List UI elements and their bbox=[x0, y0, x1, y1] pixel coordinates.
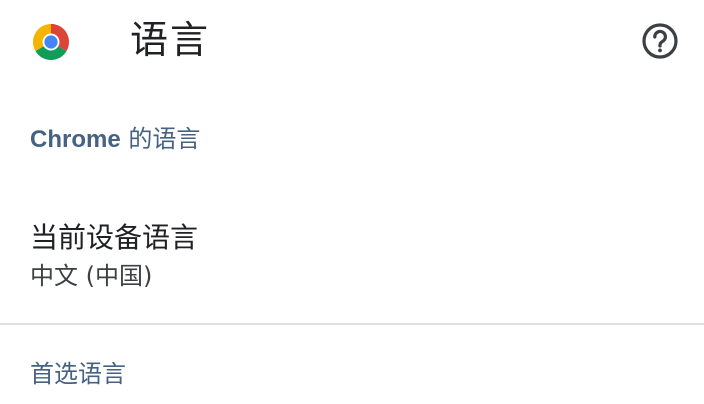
help-icon[interactable] bbox=[640, 21, 680, 61]
app-bar: 语言 bbox=[0, 0, 704, 84]
section-header-chrome-languages: Chrome 的语言 bbox=[30, 123, 200, 156]
device-language-value: 中文 (中国) bbox=[30, 262, 153, 290]
device-language-title: 当前设备语言 bbox=[30, 221, 199, 254]
language-settings-screen: 语言 Chrome 的语言 当前设备语言 中文 (中国) 首选语言 bbox=[0, 0, 704, 404]
section-header-preferred-languages: 首选语言 bbox=[30, 360, 126, 388]
section-divider bbox=[0, 323, 704, 325]
chrome-logo-icon bbox=[32, 23, 70, 61]
page-title: 语言 bbox=[130, 18, 211, 62]
device-language-item[interactable]: 当前设备语言 中文 (中国) bbox=[0, 205, 704, 323]
chrome-brand-label: Chrome bbox=[30, 126, 121, 153]
section-header-suffix: 的语言 bbox=[120, 125, 201, 153]
